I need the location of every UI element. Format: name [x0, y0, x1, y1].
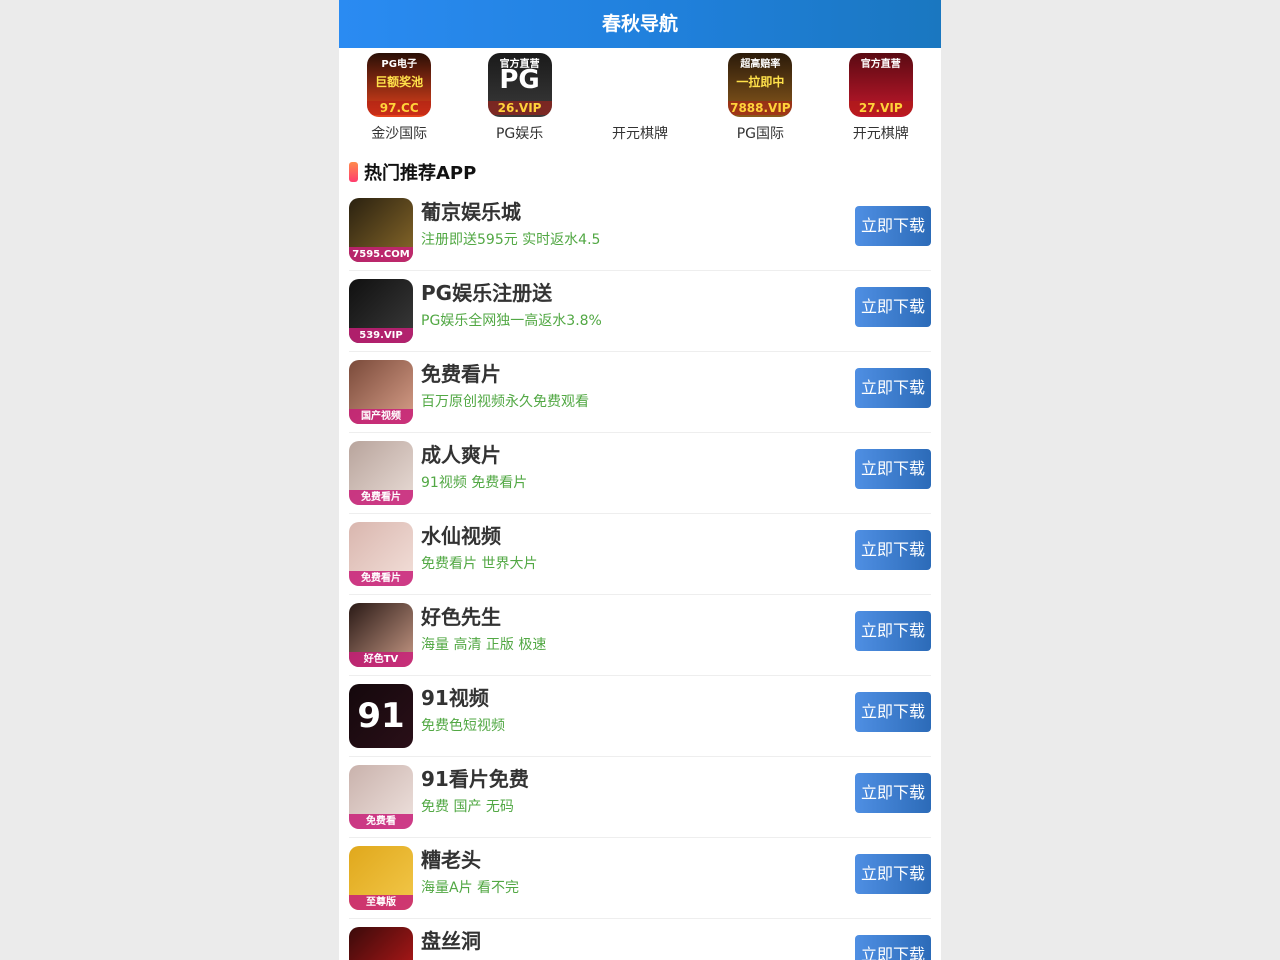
download-button[interactable]: 立即下载 — [855, 206, 931, 246]
download-button[interactable]: 立即下载 — [855, 611, 931, 651]
app-list-item: 免费看片 成人爽片 91视频 免费看片 立即下载 — [349, 433, 931, 514]
app-name[interactable]: 91看片免费 — [421, 765, 529, 793]
app-name[interactable]: 水仙视频 — [421, 522, 501, 550]
app-list-item: 国产视频 免费看片百万原创视频永久免费观看 立即下载 — [349, 352, 931, 433]
shuixian-app-icon[interactable]: 免费看片 — [349, 522, 413, 586]
app-description: 海量 高清 正版 极速 — [421, 637, 547, 653]
pg-casino-app-icon[interactable]: 539.VIP — [349, 279, 413, 343]
top-nav-item[interactable]: PG电子巨额奖池 97.CC 金沙国际 — [339, 48, 459, 150]
section-header: 热门推荐APP — [339, 154, 941, 190]
download-button[interactable]: 立即下载 — [855, 287, 931, 327]
app-description: 注册即送595元 实时返水4.5 — [421, 232, 601, 248]
download-button[interactable]: 立即下载 — [855, 692, 931, 732]
app-name[interactable]: 好色先生 — [421, 603, 501, 631]
icon-caption-bottom: 7888.VIP — [728, 101, 793, 115]
top-nav-label: 开元棋牌 — [852, 126, 909, 142]
app-name[interactable]: PG娱乐注册送 — [421, 279, 552, 307]
haose-app-icon[interactable]: 好色TV — [349, 603, 413, 667]
app-list-item: 至尊版 糟老头海量A片 看不完 立即下载 — [349, 838, 931, 919]
app-icon-caption: 91 — [357, 696, 405, 736]
app-icon-caption: 至尊版 — [349, 895, 413, 910]
top-nav-item[interactable]: 官方直营 27.VIP 开元棋牌 — [821, 48, 941, 150]
download-button[interactable]: 立即下载 — [855, 854, 931, 894]
icon-caption-bottom: 27.VIP — [848, 101, 913, 115]
app-icon-caption: 免费看 — [349, 814, 413, 829]
page-title: 春秋导航 — [601, 13, 678, 35]
kaiyuan-app-icon[interactable] — [607, 53, 672, 117]
top-nav-label: PG娱乐 — [495, 126, 544, 142]
app-description: 免费 国产 无码 — [421, 799, 514, 815]
download-button[interactable]: 立即下载 — [855, 368, 931, 408]
top-nav-label: 金沙国际 — [371, 126, 428, 142]
app-description: 91视频 免费看片 — [421, 475, 528, 491]
download-button[interactable]: 立即下载 — [855, 773, 931, 813]
app-name[interactable]: 糟老头 — [421, 846, 481, 874]
pujing-app-icon[interactable]: 7595.COM — [349, 198, 413, 262]
app-icon-caption: 7595.COM — [349, 247, 413, 262]
kaiyuan-vip-app-icon[interactable]: 官方直营 27.VIP — [848, 53, 913, 117]
download-button[interactable]: 立即下载 — [855, 935, 931, 960]
app-list-item: 好色TV 好色先生海量 高清 正版 极速 立即下载 — [349, 595, 931, 676]
app-name[interactable]: 成人爽片 — [421, 441, 501, 469]
download-button[interactable]: 立即下载 — [855, 449, 931, 489]
app-name[interactable]: 盘丝洞 — [421, 927, 481, 955]
ninety-one-app-icon[interactable]: 91 — [349, 684, 413, 748]
pg-app-icon[interactable]: 官方直营 PG 26.VIP — [487, 53, 552, 117]
app-icon-caption: 好色TV — [349, 652, 413, 667]
app-icon-caption: 539.VIP — [349, 328, 413, 343]
top-nav-label: PG国际 — [736, 126, 785, 142]
app-icon-caption: 国产视频 — [349, 409, 413, 424]
ninety-one-free-app-icon[interactable]: 免费看 — [349, 765, 413, 829]
mobile-page: 春秋导航 PG电子巨额奖池 97.CC 金沙国际 官方直营 PG 26.VIP PG娱乐 开元… — [339, 0, 941, 960]
top-nav-item[interactable]: 超高赔率一拉即中 7888.VIP PG国际 — [700, 48, 820, 150]
app-name[interactable]: 葡京娱乐城 — [421, 198, 521, 226]
app-list-item: 7595.COM 葡京娱乐城注册即送595元 实时返水4.5 立即下载 — [349, 190, 931, 271]
app-description: 海量A片 看不完 — [421, 880, 520, 896]
icon-caption-bottom: 97.CC — [367, 101, 432, 115]
app-description: PG娱乐全网独一高返水3.8% — [421, 313, 602, 329]
app-name[interactable]: 免费看片 — [421, 360, 501, 388]
section-title: 热门推荐APP — [364, 163, 477, 184]
icon-caption-mid: 巨额奖池 — [375, 75, 424, 89]
top-app-nav: PG电子巨额奖池 97.CC 金沙国际 官方直营 PG 26.VIP PG娱乐 开元棋牌 超高赔… — [339, 48, 941, 150]
app-description: 免费看片 世界大片 — [421, 556, 538, 572]
icon-caption-top: PG电子 — [381, 59, 417, 70]
top-nav-item[interactable]: 官方直营 PG 26.VIP PG娱乐 — [459, 48, 579, 150]
jinsha-app-icon[interactable]: PG电子巨额奖池 97.CC — [367, 53, 432, 117]
icon-caption-bottom: 26.VIP — [487, 101, 552, 115]
app-list: 7595.COM 葡京娱乐城 注册即送595元 实时返水4.5 立即下载 539.VIP… — [349, 190, 931, 960]
app-description: 百万原创视频永久免费观看 — [421, 394, 589, 410]
pg-international-app-icon[interactable]: 超高赔率一拉即中 7888.VIP — [728, 53, 793, 117]
app-name[interactable]: 91视频 — [421, 684, 489, 712]
app-list-item: 539.VIP PG娱乐注册送 PG娱乐全网独一高返水3.8% 立即下载 — [349, 271, 931, 352]
icon-caption-top: 超高赔率 — [740, 59, 781, 70]
app-list-item: 免费看 91看片免费免费 国产 无码 立即下载 — [349, 757, 931, 838]
adult-video-app-icon[interactable]: 免费看片 — [349, 441, 413, 505]
icon-caption-top: 官方直营 — [860, 59, 901, 70]
section-accent-bar — [349, 162, 358, 182]
top-nav-label: 开元棋牌 — [611, 126, 668, 142]
top-nav-item[interactable]: 开元棋牌 — [580, 48, 700, 150]
page-header: 春秋导航 — [339, 0, 941, 48]
app-list-item: 盘丝洞 立即下载 — [349, 919, 931, 960]
zaolaotou-app-icon[interactable]: 至尊版 — [349, 846, 413, 910]
app-list-item: 免费看片 水仙视频免费看片 世界大片 立即下载 — [349, 514, 931, 595]
app-icon-caption: 免费看片 — [349, 571, 413, 586]
download-button[interactable]: 立即下载 — [855, 530, 931, 570]
pansidong-app-icon[interactable] — [349, 927, 413, 960]
app-description: 免费色短视频 — [421, 718, 505, 734]
app-list-item: 91 91视频免费色短视频 立即下载 — [349, 676, 931, 757]
icon-caption-mid: 一拉即中 — [736, 75, 785, 89]
free-video-app-icon[interactable]: 国产视频 — [349, 360, 413, 424]
icon-caption-mid: PG — [499, 65, 540, 95]
app-icon-caption: 免费看片 — [349, 490, 413, 505]
